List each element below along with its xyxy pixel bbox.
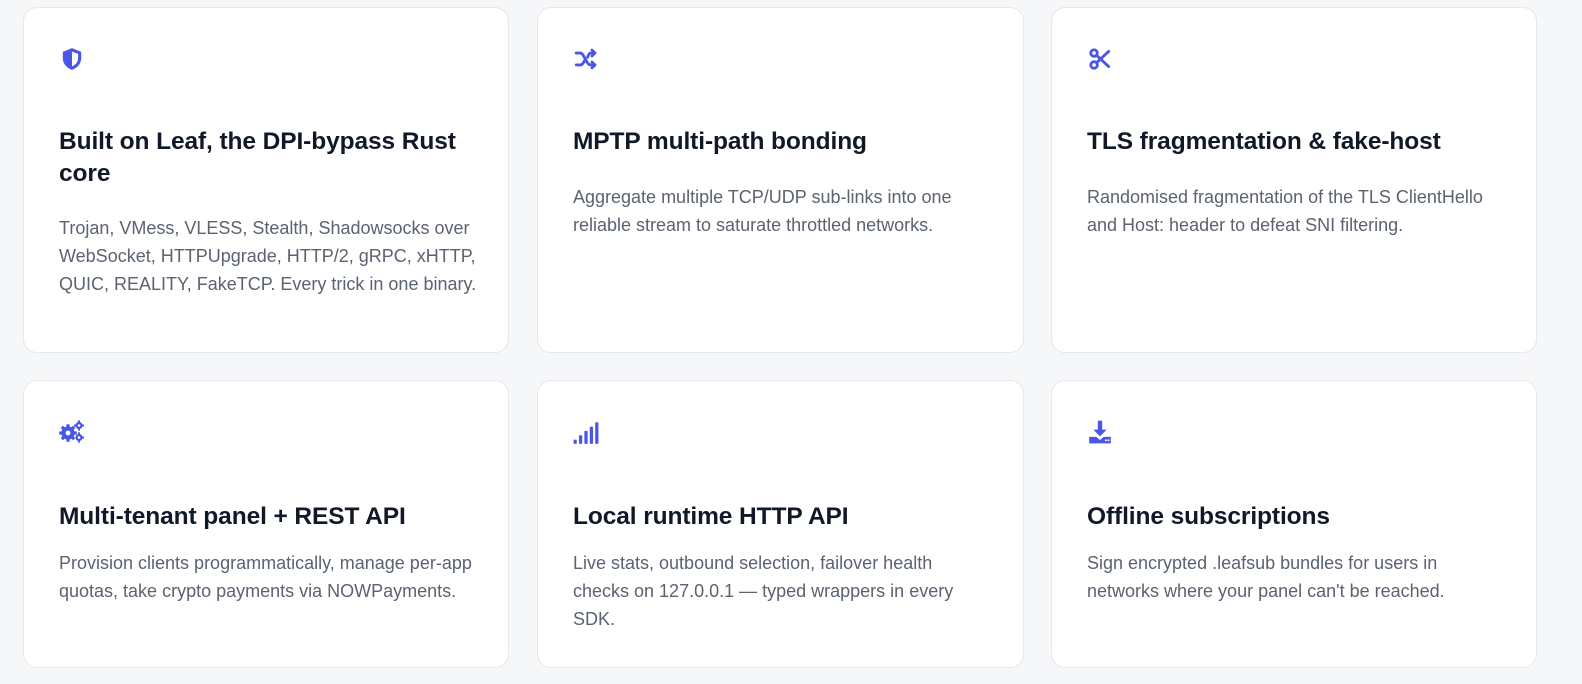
feature-title: MPTP multi-path bonding — [573, 128, 867, 155]
feature-title: Local runtime HTTP API — [573, 503, 849, 530]
feature-card-offline-subscriptions: Offline subscriptions Sign encrypted .le… — [1051, 380, 1537, 668]
feature-card-leaf-core: Built on Leaf, the DPI-bypass Rust core … — [23, 7, 509, 353]
feature-description: Sign encrypted .leafsub bundles for user… — [1087, 553, 1445, 601]
feature-title: TLS fragmentation & fake-host — [1087, 128, 1441, 155]
features-grid: Built on Leaf, the DPI-bypass Rust core … — [0, 0, 1582, 684]
gears-icon — [59, 419, 85, 445]
feature-description: Randomised fragmentation of the TLS Clie… — [1087, 187, 1483, 235]
feature-card-panel-api: Multi-tenant panel + REST API Provision … — [23, 380, 509, 668]
download-icon — [1087, 419, 1113, 445]
shield-icon — [59, 46, 85, 72]
feature-card-runtime-api: Local runtime HTTP API Live stats, outbo… — [537, 380, 1024, 668]
feature-description: Provision clients programmatically, mana… — [59, 553, 472, 601]
feature-card-tls-fragmentation: TLS fragmentation & fake-host Randomised… — [1051, 7, 1537, 353]
feature-title: Multi-tenant panel + REST API — [59, 503, 406, 530]
signal-bars-icon — [573, 419, 599, 445]
feature-title: Built on Leaf, the DPI-bypass Rust core — [59, 128, 456, 187]
feature-description: Aggregate multiple TCP/UDP sub-links int… — [573, 187, 952, 235]
feature-description: Trojan, VMess, VLESS, Stealth, Shadowsoc… — [59, 218, 477, 294]
scissors-icon — [1087, 46, 1113, 72]
feature-description: Live stats, outbound selection, failover… — [573, 553, 954, 629]
shuffle-icon — [573, 46, 599, 72]
feature-card-mptp: MPTP multi-path bonding Aggregate multip… — [537, 7, 1024, 353]
feature-title: Offline subscriptions — [1087, 503, 1330, 530]
